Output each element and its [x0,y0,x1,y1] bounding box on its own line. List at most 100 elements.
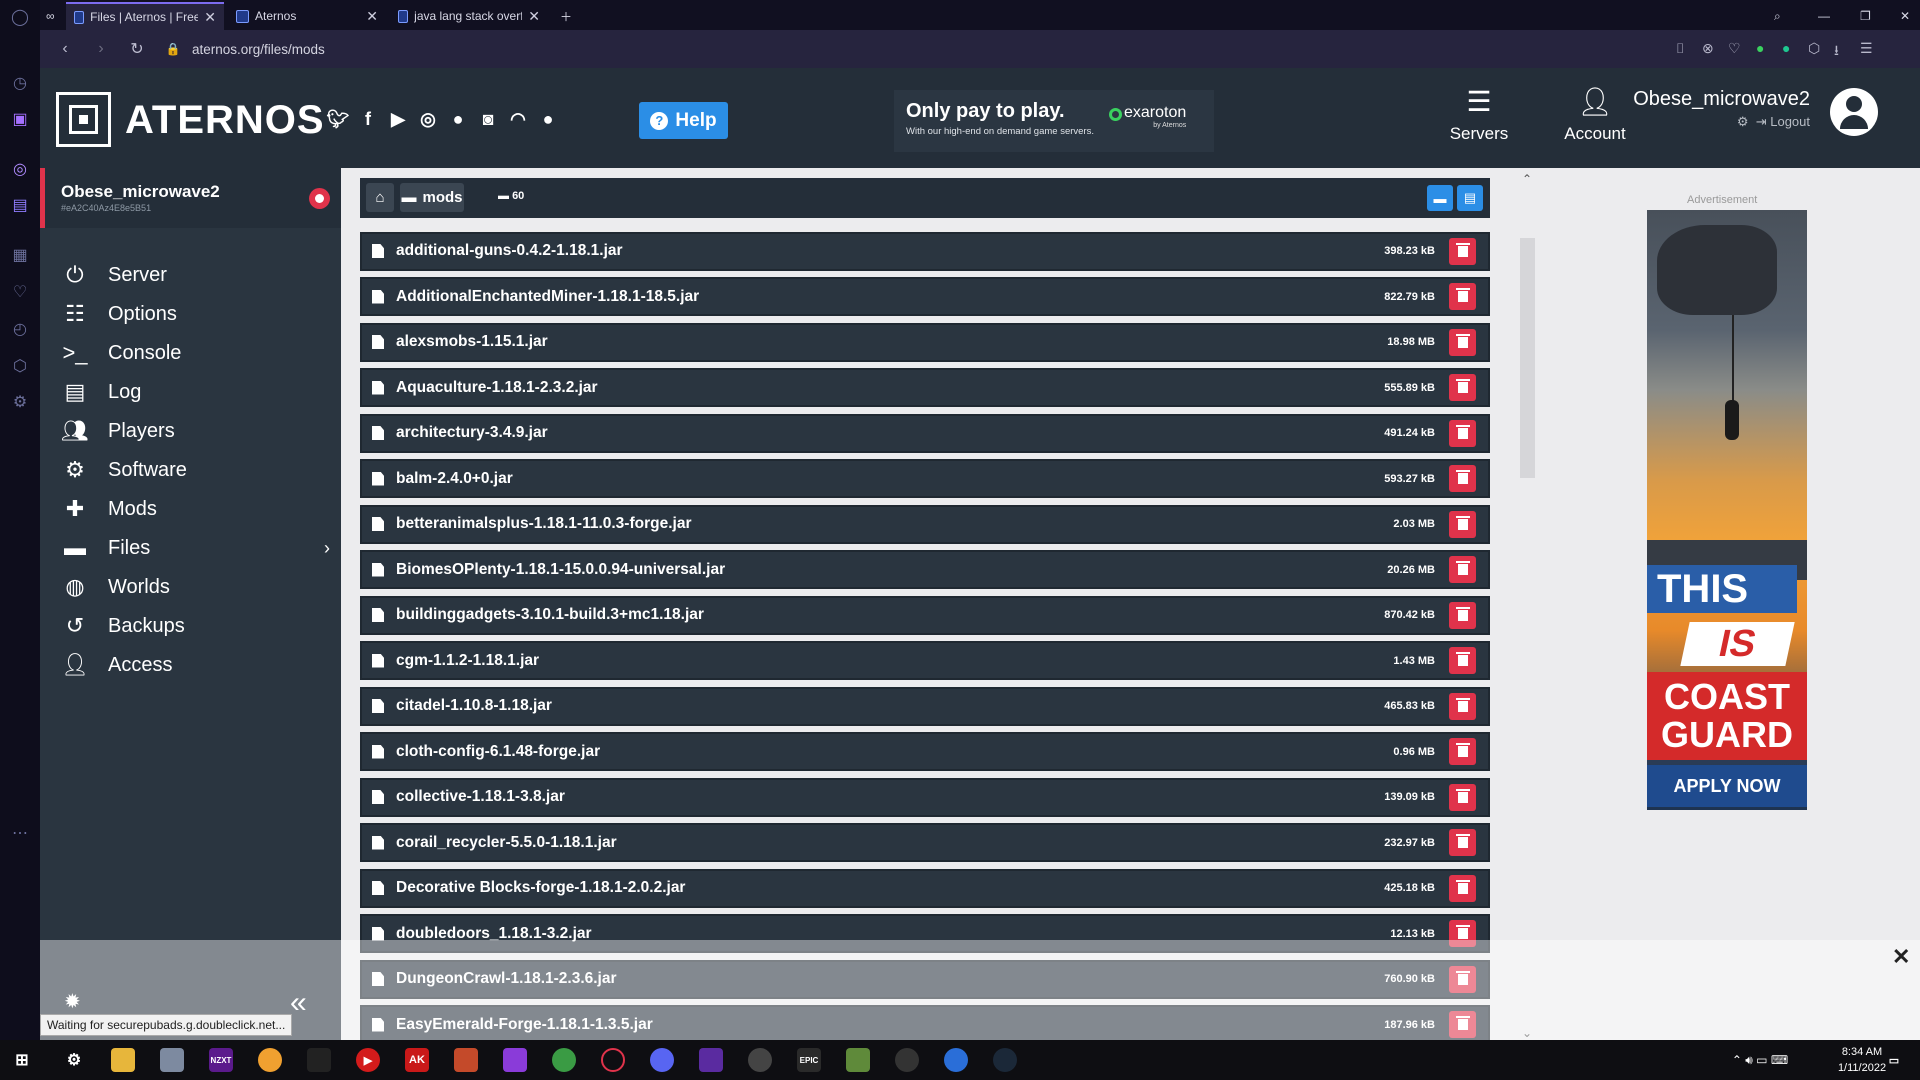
facebook-icon[interactable]: f [356,107,380,131]
back-icon[interactable]: ‹ [54,40,76,58]
sidebar-item-log[interactable]: ▤ Log [60,375,330,409]
file-row[interactable]: architectury-3.4.9.jar 491.24 kB [360,413,1490,453]
file-row[interactable]: AdditionalEnchantedMiner-1.18.1-18.5.jar… [360,277,1490,316]
header-ad[interactable]: Only pay to play. With our high-end on d… [894,90,1214,152]
delete-button[interactable] [1449,783,1476,811]
file-explorer-icon[interactable] [111,1048,135,1072]
restore-icon[interactable]: ❐ [1852,2,1879,30]
amazon-music-icon[interactable] [699,1048,723,1072]
close-tab-icon[interactable]: ✕ [366,8,378,25]
github-icon[interactable]: ● [536,107,560,131]
system-tray[interactable]: ⌃ 🔊︎ ▭ ⌨ [1700,1048,1820,1072]
file-row[interactable]: alexsmobs-1.15.1.jar 18.98 MB [360,322,1490,362]
app-icon[interactable] [454,1048,478,1072]
steam-icon[interactable] [993,1048,1017,1072]
file-row[interactable]: betteranimalsplus-1.18.1-11.0.3-forge.ja… [360,504,1490,544]
sidebar-item-files[interactable]: ▬ Files › [60,531,330,565]
tab-stackoverflow[interactable]: java lang stack overflow err ✕ [390,2,548,30]
file-row[interactable]: additional-guns-0.4.2-1.18.1.jar 398.23 k… [360,231,1490,271]
sidebar-item-access[interactable]: 👤︎ Access [60,648,330,682]
minimize-icon[interactable]: — [1810,2,1838,30]
workspaces-icon[interactable]: ▦ [9,244,31,266]
close-window-icon[interactable]: ✕ [1892,2,1918,30]
sidebar-item-console[interactable]: >_ Console [60,336,330,370]
scrollbar[interactable] [1520,238,1535,478]
file-row[interactable]: cgm-1.1.2-1.18.1.jar 1.43 MB [360,641,1490,680]
download-icon[interactable]: ⭳ [1834,40,1839,64]
twitch-icon[interactable] [503,1048,527,1072]
delete-button[interactable] [1449,738,1476,765]
headset-icon[interactable]: ◠ [506,107,530,131]
settings-icon[interactable]: ✹ [64,989,81,1014]
aternos-logo-icon[interactable] [56,92,111,147]
opera-icon[interactable] [601,1048,625,1072]
file-row[interactable]: BiomesOPlenty-1.18.1-15.0.0.94-universal… [360,550,1490,589]
forward-icon[interactable]: › [90,40,112,58]
file-row[interactable]: citadel-1.10.8-1.18.jar 465.83 kB [360,686,1490,726]
file-row[interactable]: corail_recycler-5.5.0-1.18.1.jar 232.97 k… [360,823,1490,862]
home-button[interactable]: ⌂ [366,183,394,212]
chrome-icon[interactable] [552,1048,576,1072]
close-icon[interactable]: ✕ [1892,944,1910,970]
search-tabs-icon[interactable]: ⌕ [1766,2,1789,30]
file-row[interactable]: Decorative Blocks-forge-1.18.1-2.0.2.jar… [360,868,1490,908]
twitter-icon[interactable]: 🐦︎ [326,107,350,131]
delete-button[interactable] [1449,647,1476,674]
breadcrumb-folder[interactable]: ▬ mods [400,183,464,212]
reload-icon[interactable]: ↻ [126,39,148,59]
avatar[interactable] [1830,88,1878,136]
snapshot-icon[interactable]: ⌷ [1676,40,1684,57]
epic-games-icon[interactable]: EPIC [797,1048,821,1072]
delete-button[interactable] [1449,374,1476,401]
sidebar-item-options[interactable]: ☷ Options [60,297,330,331]
tab-menu-icon[interactable]: ∞ [46,2,62,30]
extension-icon[interactable]: ● [1756,40,1764,56]
close-tab-icon[interactable]: ✕ [204,9,216,26]
ubisoft-icon[interactable] [895,1048,919,1072]
delete-button[interactable] [1449,874,1476,902]
new-file-button[interactable]: ▤ [1457,185,1483,211]
url-field[interactable]: aternos.org/files/mods [192,42,325,57]
discord-icon[interactable]: ▤ [9,194,31,216]
scroll-up-icon[interactable]: ⌃ [1522,172,1532,186]
app-icon[interactable] [160,1048,184,1072]
delete-button[interactable] [1449,556,1476,583]
twitch-icon[interactable]: ▣ [9,108,31,130]
sidebar-item-players[interactable]: 👥︎ Players [60,414,330,448]
app-icon[interactable] [258,1048,282,1072]
logout-link[interactable]: ⚙ ⇥ Logout [1737,114,1810,130]
file-row[interactable]: balm-2.4.0+0.jar 593.27 kB [360,459,1490,498]
delete-button[interactable] [1449,283,1476,310]
discord-icon[interactable] [650,1048,674,1072]
adblock-icon[interactable]: ⊗ [1702,40,1714,57]
nav-servers[interactable]: ☰ Servers [1434,78,1524,144]
delete-button[interactable] [1449,829,1476,856]
sidebar-item-backups[interactable]: ↺ Backups [60,609,330,643]
speed-dial-icon[interactable]: ◷ [9,72,31,94]
media-player-icon[interactable]: ▶ [356,1048,380,1072]
sidebar-item-software[interactable]: ⚙ Software [60,453,330,487]
new-folder-button[interactable]: ▬ [1427,185,1453,211]
help-button[interactable]: ? Help [639,102,728,139]
collapse-sidebar-icon[interactable]: « [290,986,307,1020]
delete-button[interactable] [1449,601,1476,629]
delete-button[interactable] [1449,419,1476,447]
steelseries-icon[interactable] [748,1048,772,1072]
settings-icon[interactable]: ⚙ [9,391,31,413]
close-tab-icon[interactable]: ✕ [528,8,540,25]
mouse-icon[interactable] [307,1048,331,1072]
reddit-icon[interactable]: ● [446,107,470,131]
battlenet-icon[interactable] [944,1048,968,1072]
delete-button[interactable] [1449,465,1476,492]
file-row[interactable]: Aquaculture-1.18.1-2.3.2.jar 555.89 kB [360,368,1490,407]
easy-setup-icon[interactable]: ☰ [1860,40,1873,57]
instagram-icon[interactable]: ◎ [9,158,31,180]
instagram-icon[interactable]: ◎ [416,107,440,131]
opera-logo-icon[interactable]: ◯ [9,6,31,28]
delete-button[interactable] [1449,237,1476,265]
settings-icon[interactable]: ⚙ [62,1048,86,1072]
sidebar-advertisement[interactable]: THIS IS COAST GUARD APPLY NOW [1647,210,1807,810]
delete-button[interactable] [1449,692,1476,720]
history-icon[interactable]: ◴ [9,318,31,340]
site-logo-text[interactable]: ATERNOS [125,98,325,143]
